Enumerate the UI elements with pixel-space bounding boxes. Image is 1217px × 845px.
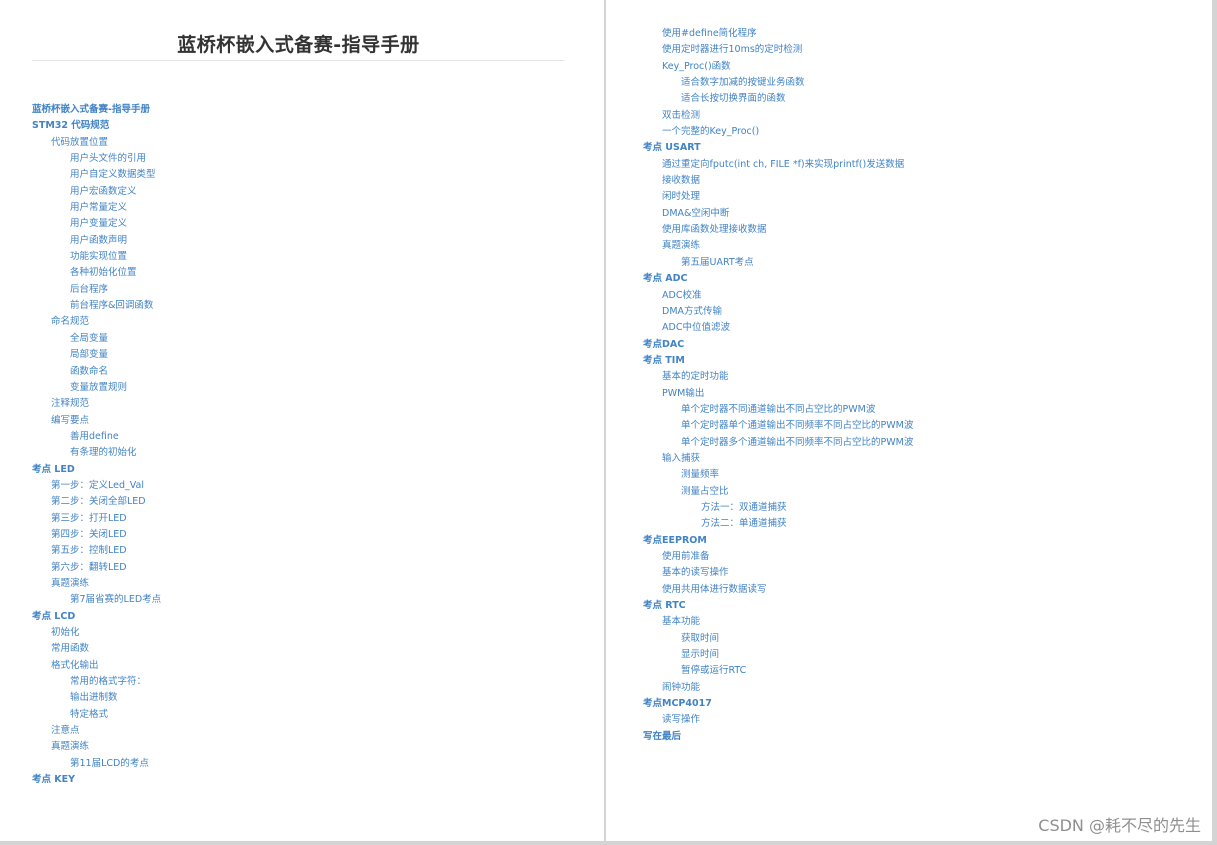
- toc-link-level-3[interactable]: 后台程序: [0, 282, 161, 298]
- toc-link-level-2[interactable]: 第二步：关闭全部LED: [0, 494, 161, 510]
- toc-link-level-2[interactable]: 基本的读写操作: [606, 565, 913, 581]
- toc-link-level-2[interactable]: 注意点: [0, 723, 161, 739]
- toc-link-level-2[interactable]: PWM输出: [606, 386, 913, 402]
- toc-link-level-4[interactable]: 方法二：单通道捕获: [606, 516, 913, 532]
- toc-link-level-3[interactable]: 第五届UART考点: [606, 255, 913, 271]
- left-page: 蓝桥杯嵌入式备赛-指导手册 蓝桥杯嵌入式备赛-指导手册 STM32 代码规范 代码放…: [0, 0, 604, 841]
- toc-link-level-2[interactable]: 基本的定时功能: [606, 369, 913, 385]
- title-divider: [32, 60, 565, 61]
- toc-link-level-1[interactable]: 考点 TIM: [606, 353, 913, 369]
- toc-link-level-3[interactable]: 单个定时器单个通道输出不同频率不同占空比的PWM波: [606, 418, 913, 434]
- toc-link-level-1[interactable]: 考点EEPROM: [606, 533, 913, 549]
- toc-link-level-3[interactable]: 特定格式: [0, 707, 161, 723]
- toc-link-level-3[interactable]: 测量占空比: [606, 484, 913, 500]
- toc-link-level-2[interactable]: 真题演练: [0, 739, 161, 755]
- toc-link-level-2[interactable]: 通过重定向fputc(int ch, FILE *f)来实现printf()发送…: [606, 157, 913, 173]
- toc-link-level-2[interactable]: 第三步：打开LED: [0, 511, 161, 527]
- toc-link-level-2[interactable]: 读写操作: [606, 712, 913, 728]
- toc-right-column: 使用#define简化程序 使用定时器进行10ms的定时检测 Key_Proc()函…: [606, 26, 913, 745]
- toc-link-level-2[interactable]: DMA&空闲中断: [606, 206, 913, 222]
- toc-link-level-1[interactable]: STM32 代码规范: [0, 118, 161, 134]
- toc-link-level-3[interactable]: 测量频率: [606, 467, 913, 483]
- toc-link-level-2[interactable]: 使用共用体进行数据读写: [606, 582, 913, 598]
- toc-link-level-1[interactable]: 考点 KEY: [0, 772, 161, 788]
- toc-link-level-2[interactable]: 使用#define简化程序: [606, 26, 913, 42]
- toc-link-level-2[interactable]: 使用库函数处理接收数据: [606, 222, 913, 238]
- toc-link-level-3[interactable]: 获取时间: [606, 631, 913, 647]
- toc-link-level-1[interactable]: 考点MCP4017: [606, 696, 913, 712]
- toc-link-level-3[interactable]: 全局变量: [0, 331, 161, 347]
- toc-link-level-1[interactable]: 考点 LED: [0, 462, 161, 478]
- toc-link-level-2[interactable]: ADC校准: [606, 288, 913, 304]
- toc-link-level-3[interactable]: 功能实现位置: [0, 249, 161, 265]
- toc-link-level-3[interactable]: 显示时间: [606, 647, 913, 663]
- toc-link-level-3[interactable]: 用户自定义数据类型: [0, 167, 161, 183]
- toc-link-level-3[interactable]: 有条理的初始化: [0, 445, 161, 461]
- toc-link-level-2[interactable]: 使用前准备: [606, 549, 913, 565]
- toc-link-level-2[interactable]: 命名规范: [0, 314, 161, 330]
- toc-link-level-1[interactable]: 考点 USART: [606, 140, 913, 156]
- toc-link-level-2[interactable]: 使用定时器进行10ms的定时检测: [606, 42, 913, 58]
- toc-link-level-3[interactable]: 用户常量定义: [0, 200, 161, 216]
- toc-link-level-3[interactable]: 适合长按切换界面的函数: [606, 91, 913, 107]
- toc-link-level-1[interactable]: 写在最后: [606, 729, 913, 745]
- toc-link-level-1[interactable]: 考点DAC: [606, 337, 913, 353]
- toc-link-level-3[interactable]: 单个定时器多个通道输出不同频率不同占空比的PWM波: [606, 435, 913, 451]
- toc-link-level-3[interactable]: 函数命名: [0, 364, 161, 380]
- toc-link-level-2[interactable]: 第四步：关闭LED: [0, 527, 161, 543]
- toc-link-level-2[interactable]: 一个完整的Key_Proc(): [606, 124, 913, 140]
- toc-link-level-3[interactable]: 善用define: [0, 429, 161, 445]
- toc-link-level-2[interactable]: 第五步：控制LED: [0, 543, 161, 559]
- toc-link-level-2[interactable]: 真题演练: [606, 238, 913, 254]
- toc-link-level-3[interactable]: 局部变量: [0, 347, 161, 363]
- toc-link-level-2[interactable]: 格式化输出: [0, 658, 161, 674]
- toc-left-column: 蓝桥杯嵌入式备赛-指导手册 STM32 代码规范 代码放置位置 用户头文件的引用 用户自…: [0, 102, 161, 788]
- toc-link-level-2[interactable]: 闹钟功能: [606, 680, 913, 696]
- toc-link-level-2[interactable]: 常用函数: [0, 641, 161, 657]
- toc-link-level-2[interactable]: 闲时处理: [606, 189, 913, 205]
- toc-link-level-2[interactable]: 基本功能: [606, 614, 913, 630]
- toc-link-level-3[interactable]: 第11届LCD的考点: [0, 756, 161, 772]
- right-page: 使用#define简化程序 使用定时器进行10ms的定时检测 Key_Proc()函…: [606, 0, 1212, 841]
- toc-link-level-3[interactable]: 第7届省赛的LED考点: [0, 592, 161, 608]
- toc-link-level-2[interactable]: 初始化: [0, 625, 161, 641]
- toc-link-level-2[interactable]: 第六步：翻转LED: [0, 560, 161, 576]
- toc-link-level-2[interactable]: 输入捕获: [606, 451, 913, 467]
- toc-link-level-1[interactable]: 蓝桥杯嵌入式备赛-指导手册: [0, 102, 161, 118]
- toc-link-level-3[interactable]: 暂停或运行RTC: [606, 663, 913, 679]
- toc-link-level-2[interactable]: 双击检测: [606, 108, 913, 124]
- toc-link-level-3[interactable]: 输出进制数: [0, 690, 161, 706]
- toc-link-level-2[interactable]: Key_Proc()函数: [606, 59, 913, 75]
- toc-link-level-2[interactable]: 真题演练: [0, 576, 161, 592]
- toc-link-level-2[interactable]: 代码放置位置: [0, 135, 161, 151]
- toc-link-level-1[interactable]: 考点 LCD: [0, 609, 161, 625]
- toc-link-level-1[interactable]: 考点 RTC: [606, 598, 913, 614]
- toc-link-level-3[interactable]: 用户头文件的引用: [0, 151, 161, 167]
- toc-link-level-1[interactable]: 考点 ADC: [606, 271, 913, 287]
- toc-link-level-2[interactable]: 第一步：定义Led_Val: [0, 478, 161, 494]
- toc-link-level-2[interactable]: DMA方式传输: [606, 304, 913, 320]
- toc-link-level-3[interactable]: 用户宏函数定义: [0, 184, 161, 200]
- toc-link-level-3[interactable]: 变量放置规则: [0, 380, 161, 396]
- toc-link-level-3[interactable]: 常用的格式字符：: [0, 674, 161, 690]
- toc-link-level-3[interactable]: 单个定时器不同通道输出不同占空比的PWM波: [606, 402, 913, 418]
- toc-link-level-2[interactable]: 注释规范: [0, 396, 161, 412]
- toc-link-level-3[interactable]: 前台程序&回调函数: [0, 298, 161, 314]
- toc-link-level-3[interactable]: 各种初始化位置: [0, 265, 161, 281]
- toc-link-level-2[interactable]: 编写要点: [0, 413, 161, 429]
- toc-link-level-4[interactable]: 方法一：双通道捕获: [606, 500, 913, 516]
- toc-link-level-3[interactable]: 用户变量定义: [0, 216, 161, 232]
- toc-link-level-2[interactable]: ADC中位值滤波: [606, 320, 913, 336]
- toc-link-level-2[interactable]: 接收数据: [606, 173, 913, 189]
- document-title: 蓝桥杯嵌入式备赛-指导手册: [177, 34, 420, 56]
- toc-link-level-3[interactable]: 用户函数声明: [0, 233, 161, 249]
- toc-link-level-3[interactable]: 适合数字加减的按键业务函数: [606, 75, 913, 91]
- csdn-watermark: CSDN @耗不尽的先生: [1038, 816, 1201, 835]
